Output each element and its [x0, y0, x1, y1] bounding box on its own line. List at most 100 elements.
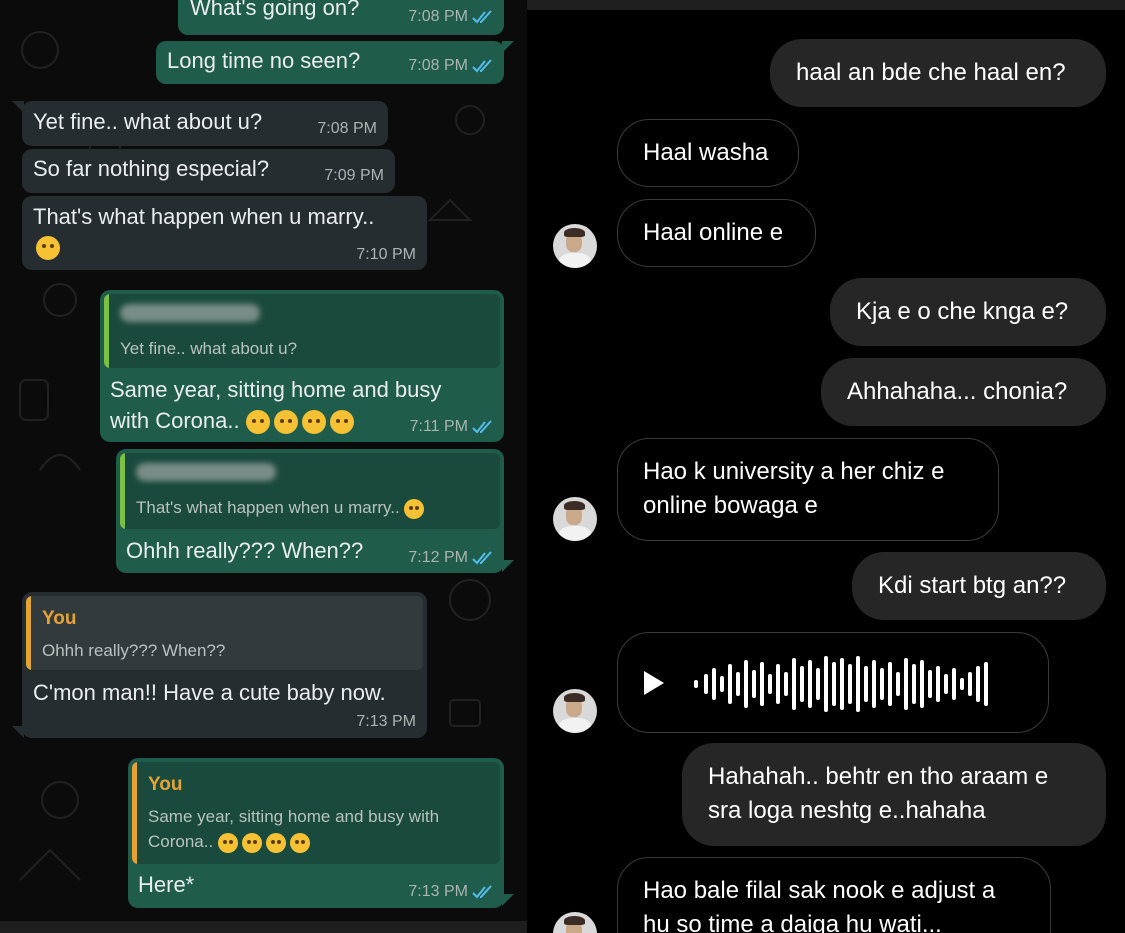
message-bubble-incoming[interactable]: That's what happen when u marry.. 7:10 P… — [22, 196, 427, 270]
message-bubble-incoming[interactable]: Yet fine.. what about u? 7:08 PM — [22, 101, 388, 146]
quoted-message[interactable]: That's what happen when u marry.. — [120, 453, 500, 529]
read-receipt-icon — [472, 10, 492, 24]
message-bubble-outgoing[interactable]: Long time no seen? 7:08 PM — [156, 41, 504, 84]
tongue-emoji-icon — [301, 410, 326, 435]
bubble-tail — [502, 894, 514, 906]
avatar-shirt — [559, 718, 591, 733]
message-text: Long time no seen? — [167, 48, 361, 73]
tongue-emoji-icon — [289, 832, 310, 853]
dm-bubble-received[interactable]: Hao bale filal sak nook e adjust a hu so… — [617, 857, 1051, 933]
dm-bubble-sent[interactable]: Kja e o che knga e? — [830, 278, 1106, 346]
quoted-text-content: That's what happen when u marry.. — [136, 498, 400, 517]
quote-bar — [120, 453, 125, 529]
message-bubble-outgoing[interactable]: What's going on? 7:08 PM — [178, 0, 504, 35]
tongue-emoji-icon — [245, 410, 270, 435]
dm-bubble-sent[interactable]: Hahahah.. behtr en tho araam e sra loga … — [682, 743, 1106, 846]
message-meta: 7:13 PM — [408, 883, 494, 901]
message-text: Here* — [138, 872, 195, 897]
dm-text-line2: sra loga neshtg e..hahaha — [708, 797, 986, 824]
avatar-hair — [564, 501, 585, 510]
redacted-contact-name — [136, 463, 276, 481]
read-receipt-icon — [472, 59, 492, 73]
wink-emoji-icon — [36, 236, 60, 260]
message-time: 7:08 PM — [408, 57, 468, 74]
message-time: 7:08 PM — [317, 120, 377, 137]
wink-emoji-icon — [404, 498, 425, 519]
message-meta: 7:12 PM — [408, 549, 494, 567]
dm-text: Haal washa — [643, 139, 769, 166]
whatsapp-chat-panel: What's going on? 7:08 PM Long time no se… — [0, 0, 527, 933]
bubble-tail — [502, 560, 514, 572]
quoted-text-line1: Same year, sitting home and busy with — [148, 807, 440, 826]
message-time: 7:09 PM — [324, 167, 384, 184]
dm-bubble-received[interactable]: Haal online e — [617, 199, 816, 267]
message-bubble-incoming-reply[interactable]: You Ohhh really??? When?? C'mon man!! Ha… — [22, 592, 427, 738]
message-time: 7:10 PM — [356, 246, 416, 263]
message-bubble-outgoing-reply[interactable]: You Same year, sitting home and busy wit… — [128, 758, 504, 908]
message-time: 7:08 PM — [408, 8, 468, 25]
message-text: That's what happen when u marry.. — [33, 204, 375, 229]
quote-bar — [26, 596, 31, 670]
tongue-emoji-icon — [329, 410, 354, 435]
quote-bar — [132, 762, 137, 864]
quoted-message[interactable]: You Same year, sitting home and busy wit… — [132, 762, 500, 864]
dm-text-line1: Hao k university a her chiz e — [643, 458, 945, 485]
tongue-emoji-icon — [241, 832, 262, 853]
instagram-dm-panel: haal an bde che haal en? Haal washa Haal… — [527, 0, 1125, 933]
dm-bubble-received[interactable]: Haal washa — [617, 119, 799, 187]
read-receipt-icon — [472, 551, 492, 565]
quoted-sender-name: You — [42, 608, 77, 629]
message-text: What's going on? — [190, 0, 360, 20]
dm-bubble-sent[interactable]: haal an bde che haal en? — [770, 39, 1106, 107]
dm-text: Ahhahaha... chonia? — [847, 378, 1068, 405]
quoted-message[interactable]: You Ohhh really??? When?? — [26, 596, 423, 670]
message-bubble-outgoing-reply[interactable]: Yet fine.. what about u? Same year, sitt… — [100, 290, 504, 442]
dm-text: haal an bde che haal en? — [796, 59, 1066, 86]
quoted-text: Ohhh really??? When?? — [42, 641, 226, 660]
message-time: 7:13 PM — [356, 713, 416, 730]
message-text: Yet fine.. what about u? — [33, 109, 263, 134]
dm-bubble-sent[interactable]: Ahhahaha... chonia? — [821, 358, 1106, 426]
quoted-sender-name: You — [148, 774, 183, 795]
dm-text-line2: hu so time a daiga hu wati... — [643, 911, 942, 933]
voice-waveform[interactable] — [692, 649, 1032, 719]
play-icon[interactable] — [642, 669, 666, 697]
bubble-tail — [12, 101, 24, 113]
message-meta: 7:08 PM — [408, 57, 494, 75]
message-text-line1: Same year, sitting home and busy — [110, 377, 442, 402]
quoted-text: That's what happen when u marry.. — [136, 495, 428, 520]
sender-avatar[interactable] — [553, 224, 597, 268]
message-bubble-outgoing-reply[interactable]: That's what happen when u marry.. Ohhh r… — [116, 449, 504, 573]
quoted-text-line2: Corona.. — [148, 829, 314, 854]
quoted-text-line2-text: Corona.. — [148, 832, 214, 851]
message-time: 7:12 PM — [408, 549, 468, 566]
dm-text: Haal online e — [643, 219, 784, 246]
read-receipt-icon — [472, 420, 492, 434]
sender-avatar[interactable] — [553, 689, 597, 733]
dm-bubble-sent[interactable]: Kdi start btg an?? — [852, 552, 1106, 620]
sender-avatar[interactable] — [553, 912, 597, 933]
message-time: 7:13 PM — [408, 883, 468, 900]
dm-text-line1: Hahahah.. behtr en tho araam e — [708, 763, 1049, 790]
tongue-emoji-icon — [265, 832, 286, 853]
avatar-hair — [564, 228, 585, 237]
dm-text-line2: online bowaga e — [643, 492, 818, 519]
message-text: C'mon man!! Have a cute baby now. — [33, 680, 386, 705]
dm-text: Kdi start btg an?? — [878, 572, 1067, 599]
voice-message-bubble[interactable] — [617, 632, 1049, 733]
dm-bubble-received[interactable]: Hao k university a her chiz e online bow… — [617, 438, 999, 541]
read-receipt-icon — [472, 885, 492, 899]
quoted-text: Yet fine.. what about u? — [120, 339, 298, 358]
avatar-hair — [564, 916, 585, 925]
message-text: So far nothing especial? — [33, 156, 270, 181]
message-bubble-incoming[interactable]: So far nothing especial? 7:09 PM — [22, 149, 395, 193]
dm-text: Kja e o che knga e? — [856, 298, 1069, 325]
avatar-shirt — [559, 526, 591, 541]
tongue-emoji-icon — [217, 832, 238, 853]
quote-bar — [104, 294, 109, 368]
tongue-emoji-icon — [273, 410, 298, 435]
quoted-message[interactable]: Yet fine.. what about u? — [104, 294, 500, 368]
bubble-tail — [12, 726, 24, 738]
sender-avatar[interactable] — [553, 497, 597, 541]
input-bar-edge — [0, 921, 527, 933]
